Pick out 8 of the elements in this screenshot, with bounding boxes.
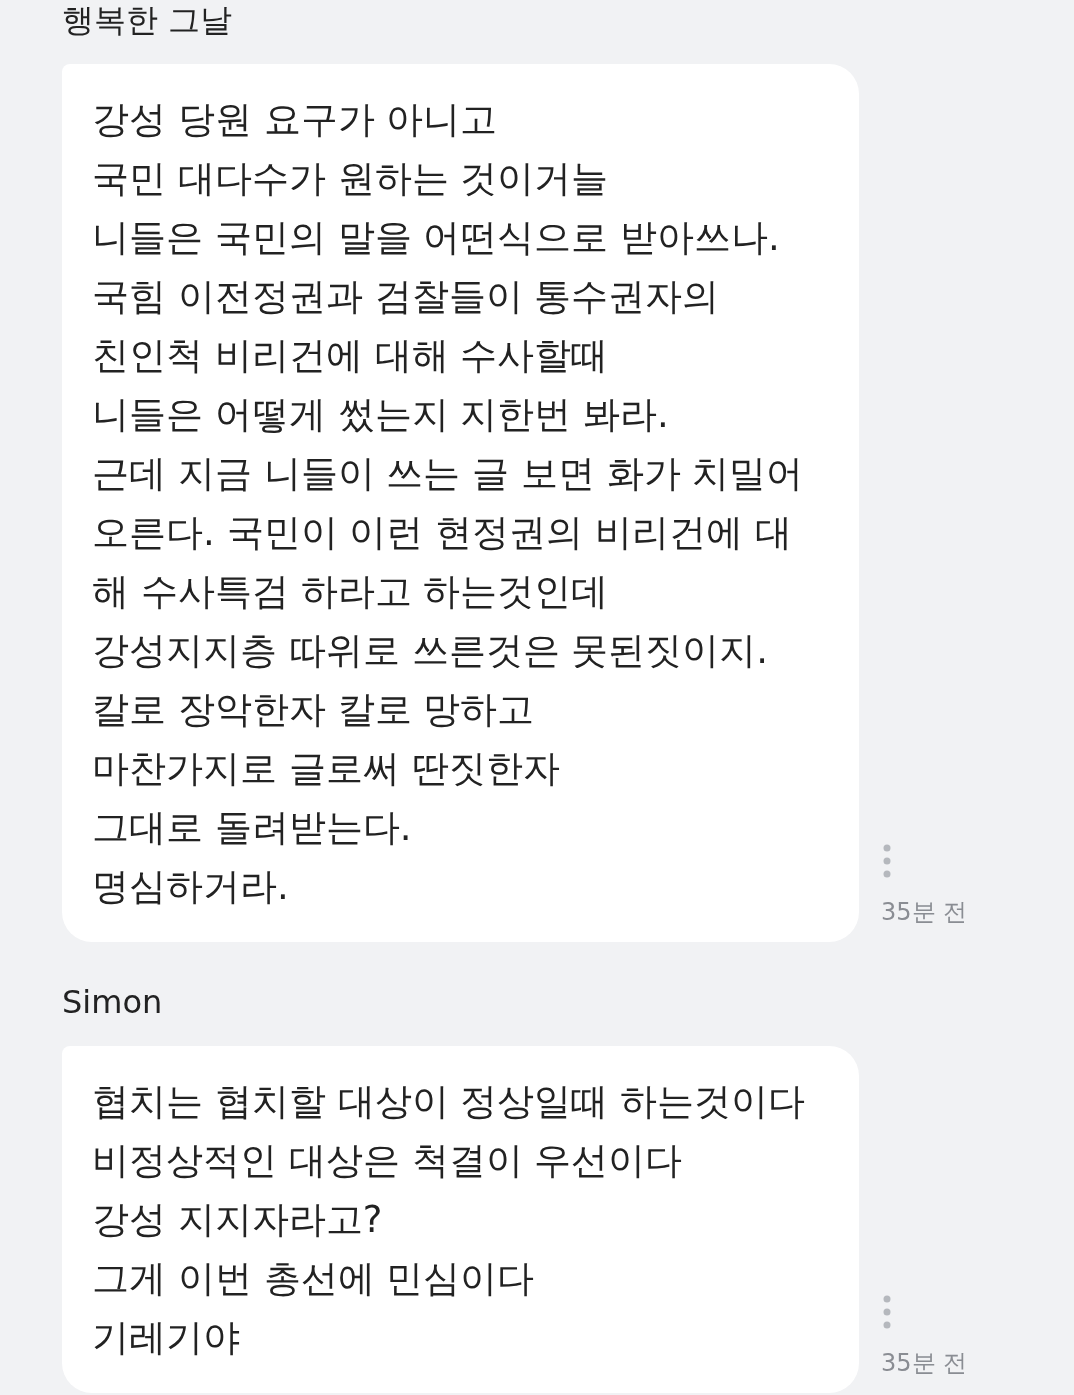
- author-name: 행복한 그날: [62, 0, 234, 40]
- comment-text: 강성 당원 요구가 아니고 국민 대다수가 원하는 것이거늘 니들은 국민의 말을 어떤식으로 받아쓰나. 국힘 이전정권과 검찰들이 통수권자의 친인척 비리건에 대해 수사할때 니들은 어떻게 썼는지 지한번 봐라. 근데 지금 니들이 쓰는 글 보면 화가 치밀어 오른다. 국민이 이런 현정권의 비리건에 대 해 수사특검 하라고 하는것인데 강성지지층 따위로 쓰른것은 못된짓이지. 칼로 장악한자 칼로 망하고 마찬가지로 글로써 딴짓한자 그대로 돌려받는다. 명심하거라.: [62, 64, 859, 942]
- author-name: Simon: [62, 982, 164, 1022]
- more-options-icon[interactable]: [883, 1295, 891, 1329]
- comment-text: 협치는 협치할 대상이 정상일때 하는것이다 비정상적인 대상은 척결이 우선이다 강성 지지자라고? 그게 이번 총선에 민심이다 기레기야: [62, 1046, 859, 1393]
- comment-time: 35분 전: [881, 897, 968, 928]
- comment-time: 35분 전: [881, 1348, 968, 1379]
- more-options-icon[interactable]: [883, 844, 891, 878]
